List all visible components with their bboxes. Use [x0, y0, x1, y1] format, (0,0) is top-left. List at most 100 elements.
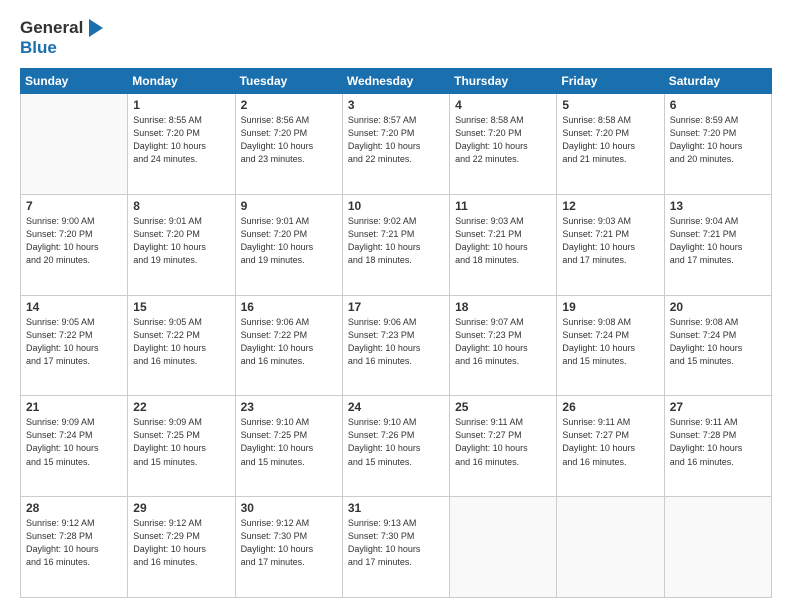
day-number: 2 — [241, 98, 337, 112]
day-info: Sunrise: 8:59 AM Sunset: 7:20 PM Dayligh… — [670, 114, 766, 166]
day-number: 16 — [241, 300, 337, 314]
day-number: 12 — [562, 199, 658, 213]
weekday-header-tuesday: Tuesday — [235, 69, 342, 94]
day-info: Sunrise: 8:58 AM Sunset: 7:20 PM Dayligh… — [562, 114, 658, 166]
calendar-week-row: 21 Sunrise: 9:09 AM Sunset: 7:24 PM Dayli… — [21, 396, 772, 497]
day-number: 6 — [670, 98, 766, 112]
day-number: 7 — [26, 199, 122, 213]
calendar-cell: 14Sunrise: 9:05 AM Sunset: 7:22 PM Dayli… — [21, 295, 128, 396]
day-info: Sunrise: 9:07 AM Sunset: 7:23 PM Dayligh… — [455, 316, 551, 368]
day-info: Sunrise: 9:04 AM Sunset: 7:21 PM Dayligh… — [670, 215, 766, 267]
day-number: 25 — [455, 400, 551, 414]
logo: General Blue — [20, 18, 103, 58]
calendar-week-row: 1 Sunrise: 8:55 AM Sunset: 7:20 PM Daylig… — [21, 94, 772, 195]
calendar-cell: 31 Sunrise: 9:13 AM Sunset: 7:30 PM Dayli… — [342, 497, 449, 598]
day-info: Sunrise: 9:03 AM Sunset: 7:21 PM Dayligh… — [562, 215, 658, 267]
calendar-week-row: 7 Sunrise: 9:00 AM Sunset: 7:20 PM Daylig… — [21, 194, 772, 295]
day-info: Sunrise: 9:11 AM Sunset: 7:27 PM Dayligh… — [455, 416, 551, 468]
calendar-cell: 2 Sunrise: 8:56 AM Sunset: 7:20 PM Daylig… — [235, 94, 342, 195]
day-info: Sunrise: 9:11 AM Sunset: 7:27 PM Dayligh… — [562, 416, 658, 468]
day-info: Sunrise: 9:12 AM Sunset: 7:30 PM Dayligh… — [241, 517, 337, 569]
calendar-cell: 29 Sunrise: 9:12 AM Sunset: 7:29 PM Dayli… — [128, 497, 235, 598]
day-info: Sunrise: 9:02 AM Sunset: 7:21 PM Dayligh… — [348, 215, 444, 267]
calendar-cell: 17Sunrise: 9:06 AM Sunset: 7:23 PM Dayli… — [342, 295, 449, 396]
day-info: Sunrise: 9:13 AM Sunset: 7:30 PM Dayligh… — [348, 517, 444, 569]
day-number: 23 — [241, 400, 337, 414]
day-info: Sunrise: 8:56 AM Sunset: 7:20 PM Dayligh… — [241, 114, 337, 166]
day-info: Sunrise: 9:12 AM Sunset: 7:28 PM Dayligh… — [26, 517, 122, 569]
day-info: Sunrise: 9:12 AM Sunset: 7:29 PM Dayligh… — [133, 517, 229, 569]
calendar-cell: 16 Sunrise: 9:06 AM Sunset: 7:22 PM Dayli… — [235, 295, 342, 396]
day-number: 9 — [241, 199, 337, 213]
calendar-cell — [664, 497, 771, 598]
calendar-cell — [21, 94, 128, 195]
day-number: 22 — [133, 400, 229, 414]
day-info: Sunrise: 8:57 AM Sunset: 7:20 PM Dayligh… — [348, 114, 444, 166]
day-info: Sunrise: 9:05 AM Sunset: 7:22 PM Dayligh… — [26, 316, 122, 368]
header: General Blue — [20, 18, 772, 58]
day-info: Sunrise: 9:00 AM Sunset: 7:20 PM Dayligh… — [26, 215, 122, 267]
weekday-header-friday: Friday — [557, 69, 664, 94]
calendar-week-row: 14Sunrise: 9:05 AM Sunset: 7:22 PM Dayli… — [21, 295, 772, 396]
calendar-cell: 20 Sunrise: 9:08 AM Sunset: 7:24 PM Dayli… — [664, 295, 771, 396]
day-number: 1 — [133, 98, 229, 112]
day-number: 5 — [562, 98, 658, 112]
calendar-cell: 27 Sunrise: 9:11 AM Sunset: 7:28 PM Dayli… — [664, 396, 771, 497]
day-number: 20 — [670, 300, 766, 314]
page: General Blue SundayMondayTuesdayWednesda… — [0, 0, 792, 612]
day-number: 3 — [348, 98, 444, 112]
logo-triangle-icon — [85, 19, 103, 37]
calendar-cell: 26 Sunrise: 9:11 AM Sunset: 7:27 PM Dayli… — [557, 396, 664, 497]
calendar-cell: 13 Sunrise: 9:04 AM Sunset: 7:21 PM Dayli… — [664, 194, 771, 295]
calendar-cell: 30 Sunrise: 9:12 AM Sunset: 7:30 PM Dayli… — [235, 497, 342, 598]
calendar-cell: 3 Sunrise: 8:57 AM Sunset: 7:20 PM Daylig… — [342, 94, 449, 195]
calendar-cell: 11Sunrise: 9:03 AM Sunset: 7:21 PM Dayli… — [450, 194, 557, 295]
logo-blue-text: Blue — [20, 38, 103, 58]
day-number: 21 — [26, 400, 122, 414]
day-number: 19 — [562, 300, 658, 314]
calendar-cell — [450, 497, 557, 598]
calendar-cell: 5 Sunrise: 8:58 AM Sunset: 7:20 PM Daylig… — [557, 94, 664, 195]
day-number: 30 — [241, 501, 337, 515]
day-info: Sunrise: 8:55 AM Sunset: 7:20 PM Dayligh… — [133, 114, 229, 166]
calendar-cell: 4Sunrise: 8:58 AM Sunset: 7:20 PM Daylig… — [450, 94, 557, 195]
day-info: Sunrise: 9:10 AM Sunset: 7:26 PM Dayligh… — [348, 416, 444, 468]
calendar-cell: 22Sunrise: 9:09 AM Sunset: 7:25 PM Dayli… — [128, 396, 235, 497]
calendar-week-row: 28Sunrise: 9:12 AM Sunset: 7:28 PM Dayli… — [21, 497, 772, 598]
calendar-cell: 21 Sunrise: 9:09 AM Sunset: 7:24 PM Dayli… — [21, 396, 128, 497]
calendar-cell: 7 Sunrise: 9:00 AM Sunset: 7:20 PM Daylig… — [21, 194, 128, 295]
weekday-header-saturday: Saturday — [664, 69, 771, 94]
calendar-cell — [557, 497, 664, 598]
calendar-cell: 9Sunrise: 9:01 AM Sunset: 7:20 PM Daylig… — [235, 194, 342, 295]
day-info: Sunrise: 9:03 AM Sunset: 7:21 PM Dayligh… — [455, 215, 551, 267]
day-number: 13 — [670, 199, 766, 213]
day-number: 18 — [455, 300, 551, 314]
day-number: 27 — [670, 400, 766, 414]
day-info: Sunrise: 9:10 AM Sunset: 7:25 PM Dayligh… — [241, 416, 337, 468]
weekday-header-row: SundayMondayTuesdayWednesdayThursdayFrid… — [21, 69, 772, 94]
day-info: Sunrise: 9:06 AM Sunset: 7:22 PM Dayligh… — [241, 316, 337, 368]
day-info: Sunrise: 9:11 AM Sunset: 7:28 PM Dayligh… — [670, 416, 766, 468]
calendar-cell: 12 Sunrise: 9:03 AM Sunset: 7:21 PM Dayli… — [557, 194, 664, 295]
calendar-cell: 18 Sunrise: 9:07 AM Sunset: 7:23 PM Dayli… — [450, 295, 557, 396]
day-info: Sunrise: 9:08 AM Sunset: 7:24 PM Dayligh… — [562, 316, 658, 368]
calendar-cell: 19 Sunrise: 9:08 AM Sunset: 7:24 PM Dayli… — [557, 295, 664, 396]
day-info: Sunrise: 9:08 AM Sunset: 7:24 PM Dayligh… — [670, 316, 766, 368]
day-info: Sunrise: 9:09 AM Sunset: 7:24 PM Dayligh… — [26, 416, 122, 468]
day-number: 17 — [348, 300, 444, 314]
calendar-cell: 24 Sunrise: 9:10 AM Sunset: 7:26 PM Dayli… — [342, 396, 449, 497]
calendar-cell: 23 Sunrise: 9:10 AM Sunset: 7:25 PM Dayli… — [235, 396, 342, 497]
day-number: 31 — [348, 501, 444, 515]
day-number: 8 — [133, 199, 229, 213]
weekday-header-monday: Monday — [128, 69, 235, 94]
logo-general-text: General — [20, 18, 83, 38]
day-number: 24 — [348, 400, 444, 414]
weekday-header-thursday: Thursday — [450, 69, 557, 94]
day-number: 29 — [133, 501, 229, 515]
weekday-header-wednesday: Wednesday — [342, 69, 449, 94]
day-number: 10 — [348, 199, 444, 213]
day-number: 26 — [562, 400, 658, 414]
calendar-table: SundayMondayTuesdayWednesdayThursdayFrid… — [20, 68, 772, 598]
day-number: 4 — [455, 98, 551, 112]
day-info: Sunrise: 9:01 AM Sunset: 7:20 PM Dayligh… — [133, 215, 229, 267]
